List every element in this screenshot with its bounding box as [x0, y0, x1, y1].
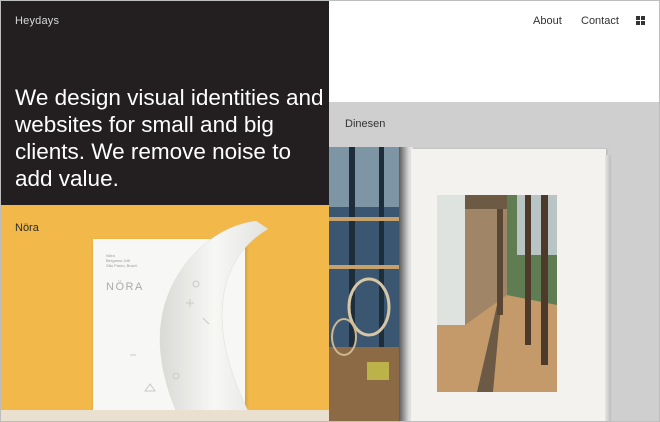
tagline: We design visual identities and websites…: [15, 85, 324, 191]
nav-about-link[interactable]: About: [533, 15, 562, 27]
book-right-page: Photo · DinesenDinesen Douglas: [411, 149, 606, 422]
project-title-nora: Nöra: [15, 222, 39, 234]
project-tile-nora[interactable]: Nöra Nöra Bergamo 345 São Paulo, Brazil …: [0, 205, 329, 422]
paper-curl-graphic: [0, 220, 329, 422]
book-left-page-photo: [329, 147, 401, 422]
intro-panel: Heydays We design visual identities and …: [0, 0, 329, 205]
project-tile-dinesen[interactable]: Dinesen: [329, 102, 660, 422]
grid-menu-icon[interactable]: [636, 16, 645, 25]
brand-logo[interactable]: Heydays: [15, 15, 59, 27]
nav-contact-link[interactable]: Contact: [581, 15, 619, 27]
book-edge: [605, 155, 611, 422]
top-nav: About Contact: [329, 0, 660, 102]
project-title-dinesen: Dinesen: [345, 118, 386, 130]
book-corridor-photo: [437, 195, 557, 392]
